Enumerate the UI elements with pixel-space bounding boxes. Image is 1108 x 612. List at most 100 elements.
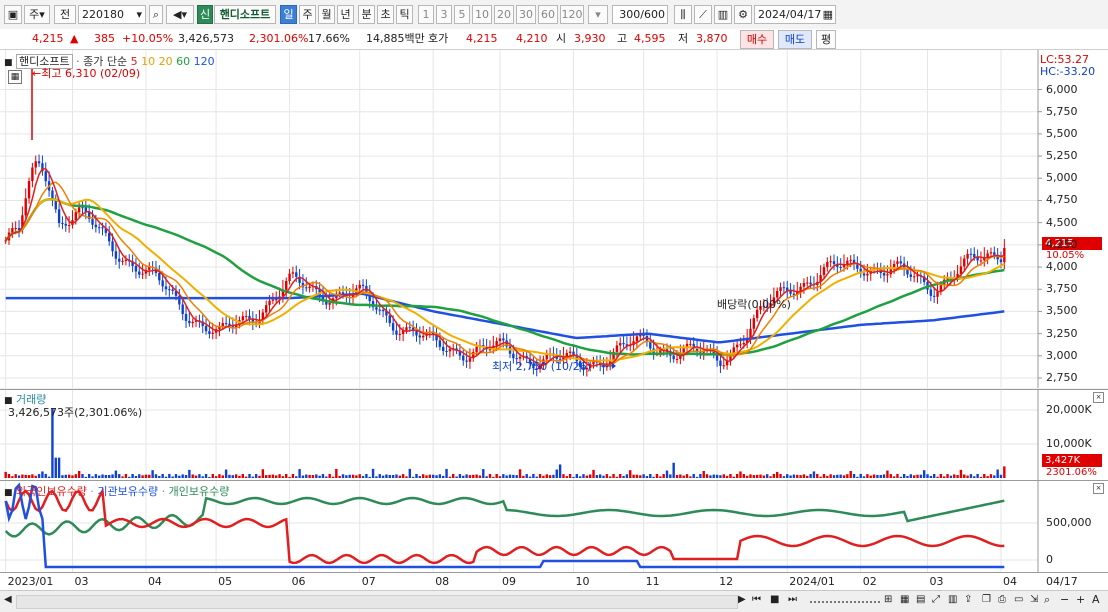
volume-bar [655,473,659,478]
print-icon[interactable]: ⎙ [998,594,1006,605]
layout-icon[interactable]: ▣ [4,5,22,24]
period-tick-button[interactable]: 틱 [396,5,413,24]
copy-icon[interactable]: ❐ [982,594,991,605]
volume-bar [846,474,849,478]
scroll-end-icon[interactable]: ⏭ [788,594,797,605]
candle-body [171,289,174,291]
period-year-button[interactable]: 년 [337,5,354,24]
volume-bar [986,476,989,478]
date-input[interactable]: 2024/04/17 ▦ [754,5,836,24]
scroll-left-icon[interactable]: ◀ [4,594,12,605]
indicator-icon[interactable]: ▥ [714,5,732,24]
draw-tool-icon[interactable]: ⟋ [694,5,712,24]
volume-bar [705,474,709,478]
candle-body [101,227,104,229]
minute-20-button[interactable]: 20 [494,5,514,24]
scroll-right-icon[interactable]: ▶ [738,594,746,605]
candle-body [285,280,288,290]
stop-icon[interactable]: ■ [770,594,779,605]
scroll-start-icon[interactable]: ⏮ [752,594,761,605]
candle-body [495,341,498,346]
period-month-button[interactable]: 월 [318,5,335,24]
candle-body [886,274,889,276]
candle-body [779,287,782,292]
calendar-grid-icon[interactable]: ▦ [8,70,22,84]
settings-gear-icon[interactable]: ⚙ [734,5,752,24]
export-icon[interactable]: ⇲ [1030,594,1038,605]
candle-body [802,282,806,287]
individual-legend[interactable]: 개인보유수량 [169,485,230,498]
count-input[interactable]: 300/600 [612,5,668,24]
institution-legend[interactable]: 기관보유수량 [97,485,158,498]
market-select[interactable]: 주▾ [24,5,50,24]
zoom-slider[interactable] [810,601,880,604]
volume-bar [939,473,943,478]
candle-body [421,335,425,338]
volume-bar [214,476,218,478]
period-minute-button[interactable]: 분 [358,5,375,24]
volume-bar [244,476,248,478]
scroll-track[interactable] [16,595,738,609]
zoom-in-icon[interactable]: + [1076,593,1085,606]
font-size-icon[interactable]: A [1092,593,1100,606]
volume-bar [301,475,305,478]
price-y-tick: 4,500 [1046,215,1078,229]
price-chart[interactable] [0,50,1108,388]
zoom-search-icon[interactable]: ⌕ [1044,593,1050,607]
volume-bar [201,476,204,478]
window-icon[interactable]: ▭ [1014,594,1023,605]
volume-bar [61,475,64,478]
volume-bar [154,474,158,478]
minute-10-button[interactable]: 10 [472,5,492,24]
volume-bar [709,475,712,478]
volume-bar [869,475,872,478]
chart-type-icon[interactable]: ▤ [916,594,925,605]
minute-120-button[interactable]: 120 [560,5,584,24]
candle-body [271,299,275,301]
grid-icon[interactable]: ▦ [900,594,909,605]
chart-icon[interactable]: ▥ [948,594,957,605]
volume-bar [605,474,609,478]
minute-30-button[interactable]: 30 [516,5,536,24]
candle-body [498,338,502,342]
candle-body [118,258,121,262]
crosshair-icon[interactable]: ⊞ [884,594,892,605]
period-week-button[interactable]: 주 [299,5,316,24]
volume-bar [752,475,756,478]
low-price: 3,870 [696,32,728,45]
avg-button[interactable]: 평 [816,30,836,49]
calendar-icon[interactable]: ▦ [823,6,833,23]
share-icon[interactable]: ⇪ [964,594,972,605]
minute-1-button[interactable]: 1 [418,5,434,24]
candle-body [999,259,1003,263]
custom-period-dropdown[interactable]: ▾ [588,5,608,24]
minute-60-button[interactable]: 60 [538,5,558,24]
stock-code-input[interactable]: 220180 ▾ [78,5,146,24]
foreign-legend[interactable]: 외국인보유수량 [16,485,87,498]
x-axis-label: 12 [719,575,734,588]
candle-body [31,167,34,182]
minute-5-button[interactable]: 5 [454,5,470,24]
candle-body [124,259,128,261]
volume-bar [198,474,201,478]
zoom-out-icon[interactable]: − [1060,593,1069,606]
volume-chart[interactable] [0,390,1108,480]
sell-button[interactable]: 매도 [778,30,812,49]
period-type-button[interactable]: 전 [54,5,76,24]
volume-bar [612,473,615,478]
speaker-icon[interactable]: ◀▾ [166,5,194,24]
dropdown-arrow-icon[interactable]: ▾ [136,6,142,23]
period-second-button[interactable]: 초 [377,5,394,24]
volume-bar [478,475,482,478]
holding-pane-close-icon[interactable]: × [1093,483,1104,494]
volume-pane-close-icon[interactable]: × [1093,392,1104,403]
candle-body [849,259,852,261]
volume-bar [81,473,84,478]
candle-body [719,360,722,366]
period-day-button[interactable]: 일 [280,5,297,24]
tool-icon[interactable]: ⤢ [932,594,940,605]
search-icon[interactable]: ⌕ [149,5,163,24]
candle-type-icon[interactable]: ⫼ [674,5,692,24]
buy-button[interactable]: 매수 [740,30,774,49]
minute-3-button[interactable]: 3 [436,5,452,24]
